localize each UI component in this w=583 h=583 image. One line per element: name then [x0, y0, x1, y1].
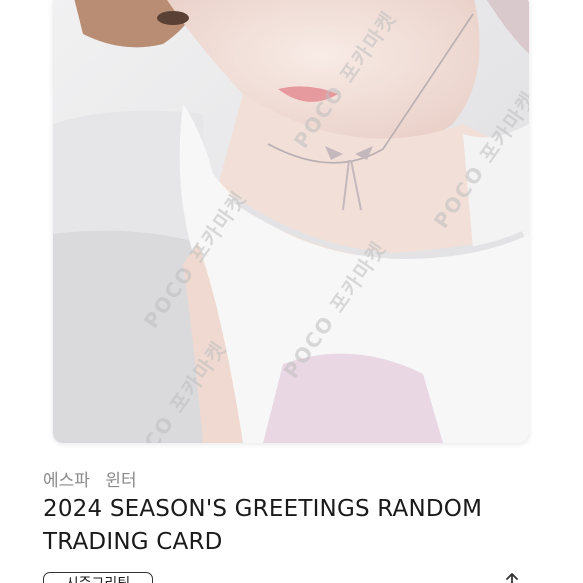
member-name[interactable]: 윈터 — [105, 471, 136, 491]
share-icon[interactable] — [503, 572, 521, 583]
product-page: POCO 포카마켓 POCO 포카마켓 POCO 포카마켓 POCO 포카마켓 … — [0, 0, 583, 583]
product-title-line-1: 2024 SEASON'S GREETINGS RANDOM — [43, 496, 483, 522]
group-name[interactable]: 에스파 — [43, 471, 90, 491]
product-title: 2024 SEASON'S GREETINGS RANDOM TRADING C… — [43, 493, 543, 559]
category-tag[interactable]: 시즌그리팅 — [43, 572, 153, 583]
product-photo-card[interactable]: POCO 포카마켓 POCO 포카마켓 POCO 포카마켓 POCO 포카마켓 … — [53, 0, 529, 443]
product-title-line-2: TRADING CARD — [43, 529, 223, 555]
artist-breadcrumb: 에스파 윈터 — [43, 466, 147, 491]
